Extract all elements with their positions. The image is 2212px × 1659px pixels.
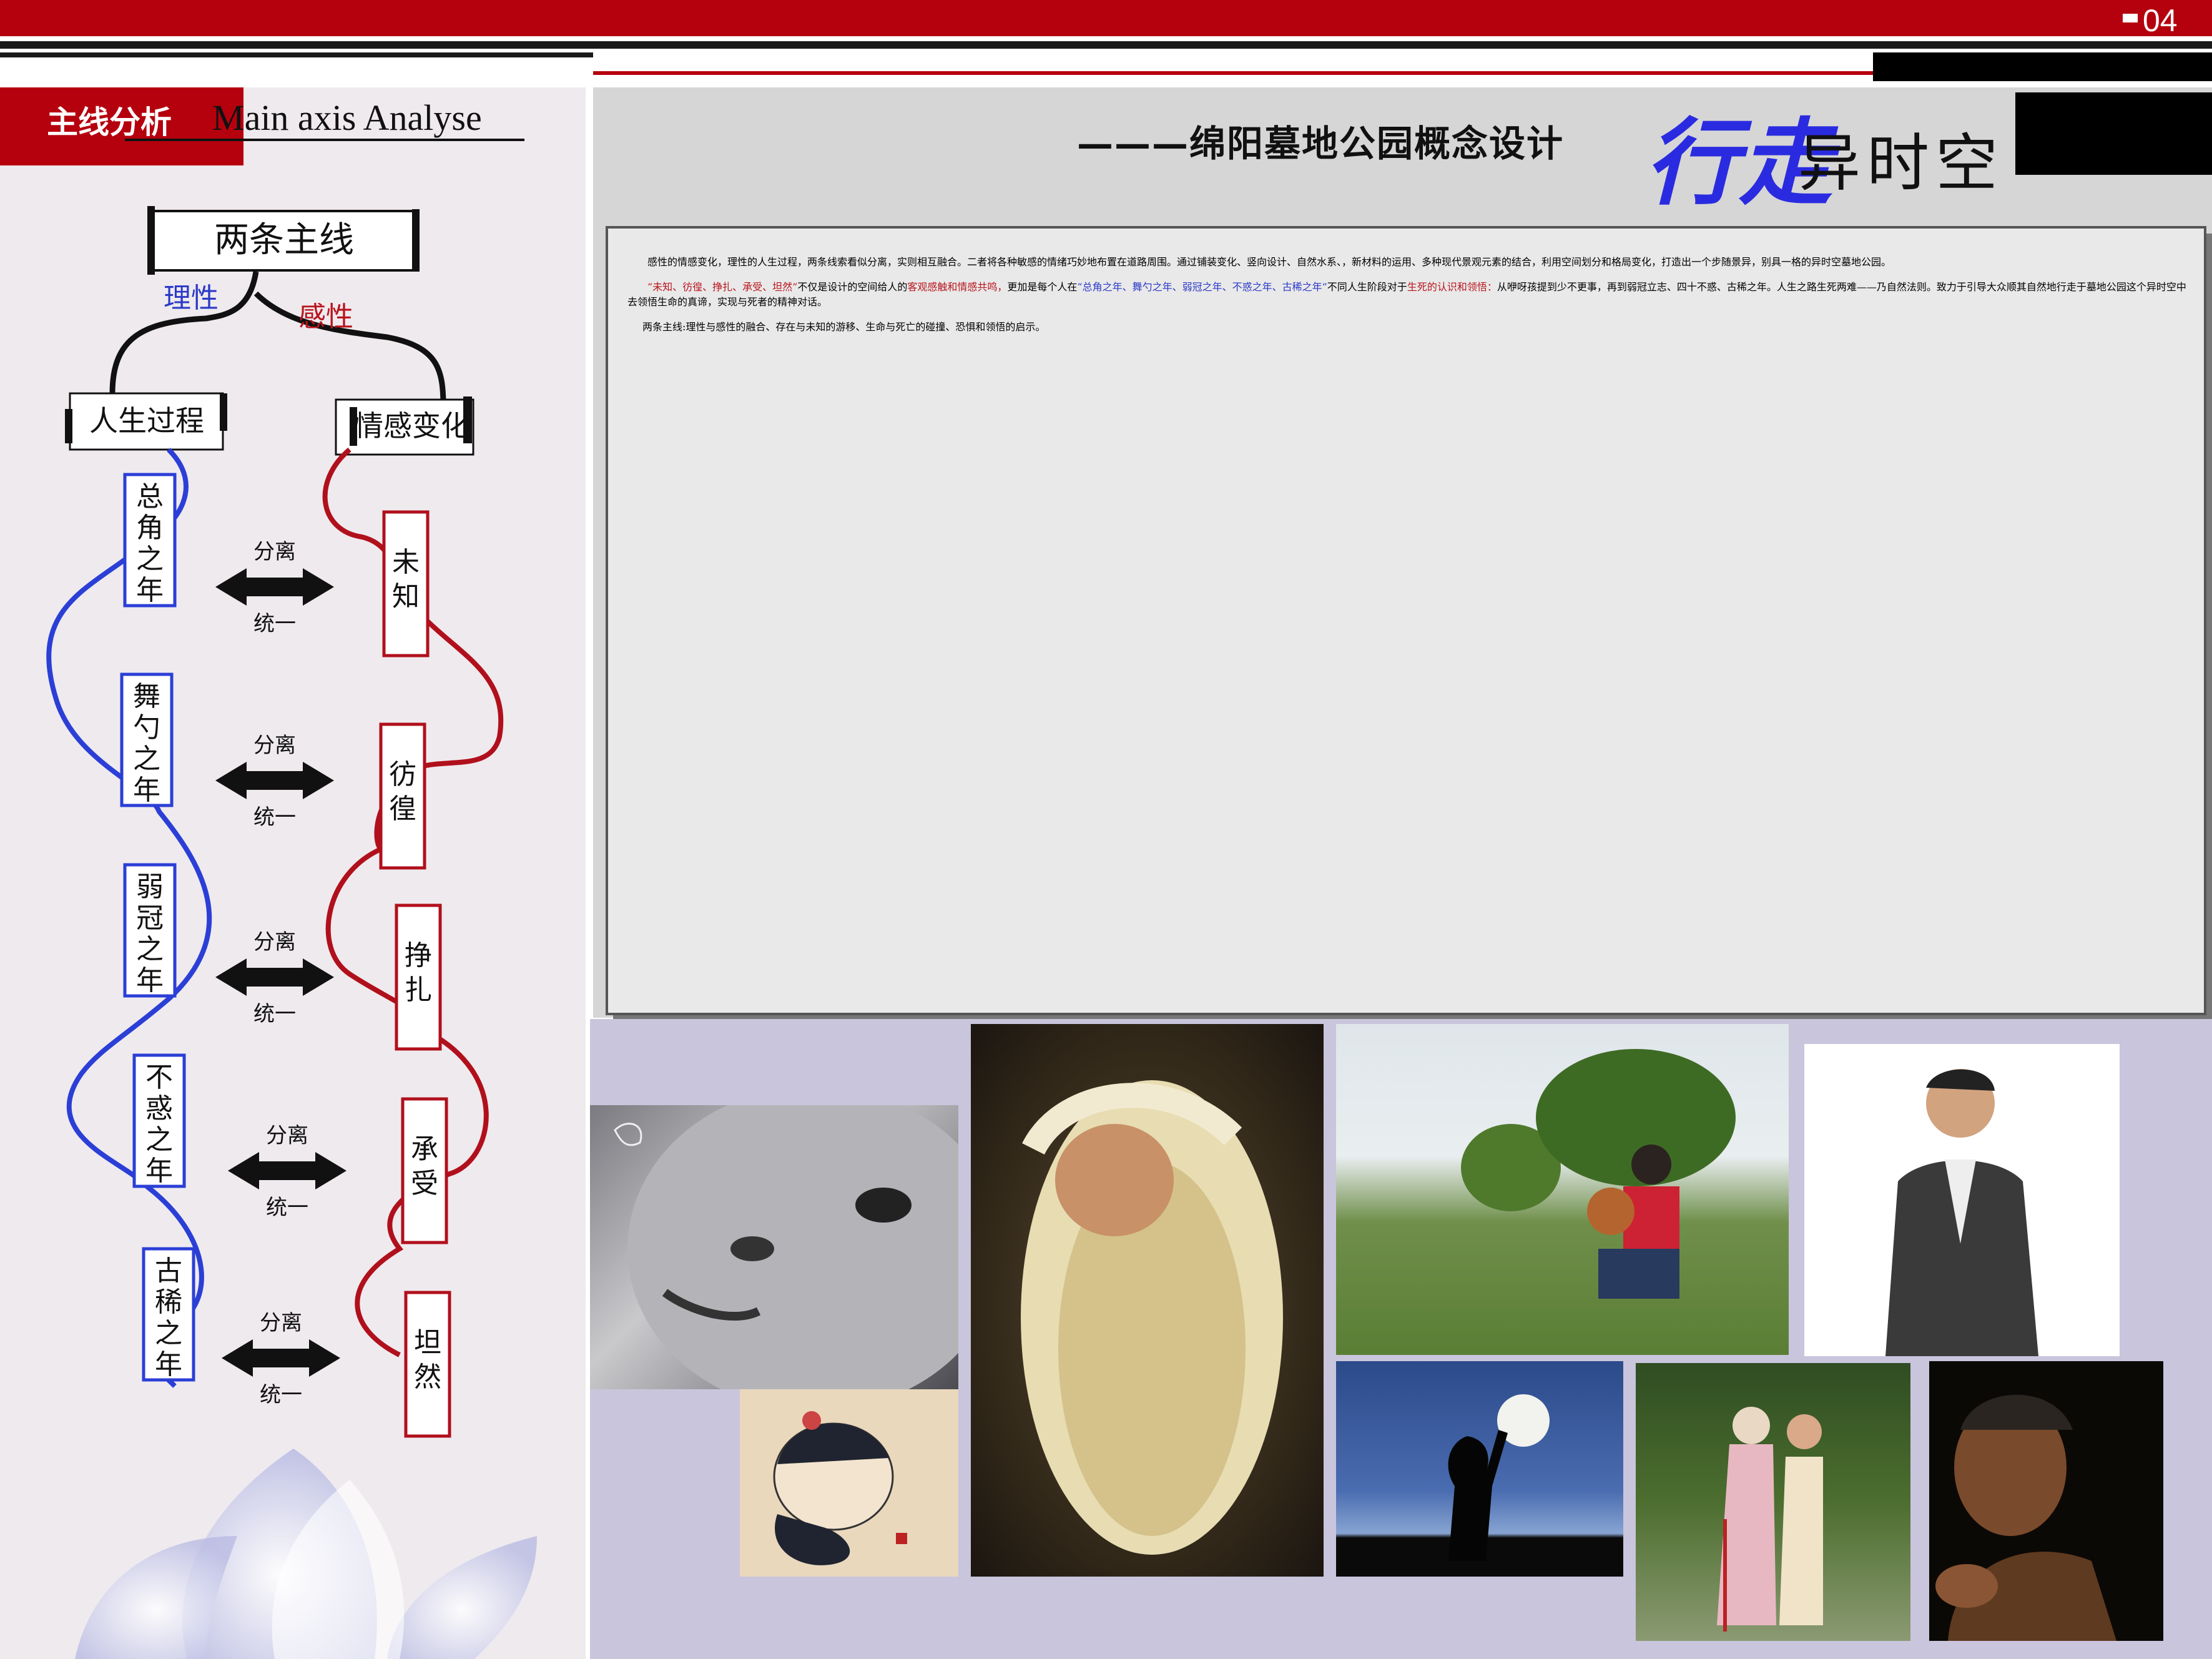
p2-text-a: 不仅是设计的空间给人的 <box>797 281 908 293</box>
double-arrow-4: 分离 统一 <box>228 1123 347 1220</box>
arrow-label-top-2: 分离 <box>253 733 296 758</box>
photo-elderly-woman <box>1929 1361 2163 1641</box>
photo-man-suit <box>1804 1044 2120 1356</box>
right-node-1-c2: 知 <box>392 581 420 613</box>
diagram-root: 两条主线 <box>214 220 354 260</box>
p2-text-b: 更加是每个人在 <box>1007 281 1078 293</box>
project-subtitle: ———绵阳墓地公园概念设计 <box>1077 122 1565 165</box>
logo-black-block <box>2015 92 2212 175</box>
arrow-label-top-4: 分离 <box>266 1123 308 1148</box>
top-black-stripe-2 <box>0 52 593 57</box>
photo-elderly-couple <box>1636 1363 1910 1641</box>
right-node-3-c1: 挣 <box>405 940 432 972</box>
right-node-5-c1: 坦 <box>414 1327 441 1359</box>
left-node-1-c3: 之 <box>136 543 164 575</box>
left-nodes: 总 角 之 年 舞 勺 之 年 弱 冠 之 年 不 惑 之 年 古 稀 之 年 <box>120 473 195 1382</box>
left-node-1-c4: 年 <box>136 574 164 606</box>
arrow-label-top-1: 分离 <box>253 539 296 564</box>
arrow-label-bottom-5: 统一 <box>260 1382 302 1407</box>
p2-highlight-ages: “总角之年、舞勺之年、弱冠之年、不惑之年、古稀之年” <box>1077 281 1327 293</box>
double-arrow-2: 分离 统一 <box>215 733 334 830</box>
left-node-1-c1: 总 <box>136 481 164 513</box>
left-node-4-c1: 不 <box>145 1061 173 1093</box>
photo-boy-moon <box>1336 1361 1623 1577</box>
right-node-5-c2: 然 <box>414 1361 441 1393</box>
right-node-3-c2: 扎 <box>405 974 432 1006</box>
double-arrow-1: 分离 统一 <box>215 539 334 636</box>
description-box <box>606 226 2206 1015</box>
photo-boy-basketball <box>1336 1024 1789 1355</box>
section-title-cn: 主线分析 <box>47 104 172 140</box>
right-node-2-c1: 彷 <box>389 759 416 790</box>
main-axis-diagram: 两条主线 理性 感性 人生过程 情感变化 总 角 之 年 舞 勺 之 年 弱 冠… <box>46 206 504 1438</box>
left-node-5-c3: 之 <box>155 1317 182 1349</box>
arrow-label-bottom-2: 统一 <box>253 805 296 830</box>
left-node-1-c2: 角 <box>136 512 164 544</box>
right-node-2-c2: 徨 <box>389 793 416 825</box>
page-number: 04 <box>2143 3 2178 38</box>
left-node-2-c3: 之 <box>133 743 160 775</box>
left-node-5-c2: 稀 <box>155 1286 182 1318</box>
left-node-2-c4: 年 <box>133 774 160 806</box>
section-title-en: Main axis Analyse <box>212 97 482 138</box>
left-node-3-c3: 之 <box>136 933 164 965</box>
paragraph-1: 感性的情感变化，理性的人生过程，两条线索看似分离，实则相互融合。二者将各种敏感的… <box>647 256 1892 268</box>
left-node-5-c4: 年 <box>155 1349 182 1381</box>
arrow-label-top-3: 分离 <box>253 930 296 955</box>
paragraph-2: “未知、彷徨、挣扎、承受、坦然”不仅是设计的空间给人的客观感触和情感共鸣，更加是… <box>627 278 2188 308</box>
right-node-4-c1: 承 <box>411 1133 438 1165</box>
section-title-underline <box>125 139 524 141</box>
left-node-4-c3: 之 <box>145 1124 173 1156</box>
left-node-4-c2: 惑 <box>145 1093 173 1125</box>
photo-cartoon-girl <box>740 1389 958 1577</box>
paragraph-3: 两条主线:理性与感性的融合、存在与未知的游移、生命与死亡的碰撞、恐惧和领悟的启示… <box>642 321 1046 333</box>
left-title: 人生过程 <box>89 404 204 438</box>
top-black-block <box>1873 52 2212 81</box>
page-number-mark <box>2123 14 2138 22</box>
left-node-5-c1: 古 <box>155 1255 182 1287</box>
left-node-3-c2: 冠 <box>136 902 164 934</box>
left-node-3-c1: 弱 <box>136 871 164 903</box>
left-node-3-c4: 年 <box>136 965 164 997</box>
arrow-label-bottom-1: 统一 <box>253 611 296 636</box>
p2-highlight-resonance: 客观感触和情感共鸣， <box>907 281 1008 293</box>
photo-swaddled-baby <box>971 1024 1324 1577</box>
photo-baby-face <box>590 1105 958 1389</box>
top-red-bar <box>0 0 2212 36</box>
arrow-label-top-5: 分离 <box>260 1311 302 1336</box>
double-arrow-5: 分离 统一 <box>222 1311 340 1407</box>
left-node-2-c2: 勺 <box>133 712 160 744</box>
arrow-label-bottom-3: 统一 <box>253 1002 296 1026</box>
logo-rest-text: 异时空 <box>1798 127 2004 200</box>
branch-label-right: 感性 <box>298 301 353 333</box>
top-white-band <box>593 52 1873 75</box>
left-node-2-c1: 舞 <box>133 681 160 712</box>
right-title: 情感变化 <box>355 409 469 443</box>
arrow-label-bottom-4: 统一 <box>266 1195 308 1220</box>
p2-highlight-death: 生死的认识和领悟： <box>1407 281 1497 293</box>
right-nodes: 未 知 彷 徨 挣 扎 承 受 坦 然 <box>379 510 451 1438</box>
branch-label-left: 理性 <box>164 282 219 314</box>
right-node-1-c1: 未 <box>392 546 420 578</box>
p2-highlight-emotions: “未知、彷徨、挣扎、承受、坦然” <box>647 281 798 293</box>
left-node-4-c4: 年 <box>145 1155 173 1187</box>
description-text: 感性的情感变化，理性的人生过程，两条线索看似分离，实则相互融合。二者将各种敏感的… <box>627 244 2188 343</box>
double-arrow-3: 分离 统一 <box>215 930 334 1026</box>
right-node-4-c2: 受 <box>411 1168 438 1199</box>
p2-text-c: 不同人生阶段对于 <box>1327 281 1407 293</box>
top-black-stripe <box>0 41 2212 49</box>
